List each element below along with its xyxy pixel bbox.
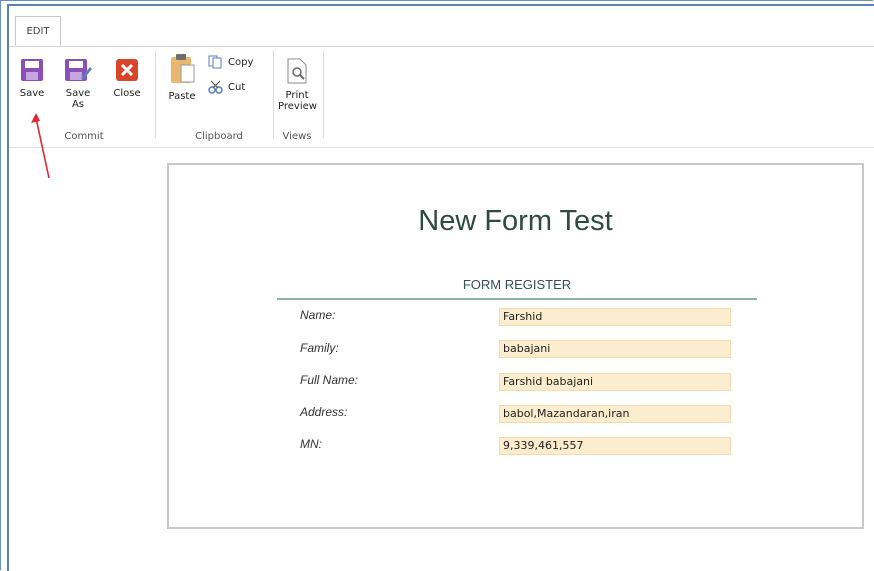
clipboard-group-label: Clipboard [195,131,243,142]
copy-label: Copy [228,56,254,68]
paste-button[interactable]: Paste [166,53,198,102]
copy-icon [208,55,222,69]
save-as-button[interactable]: Save As [61,58,95,110]
save-as-label: Save As [65,88,91,110]
mn-field[interactable]: 9,339,461,557 [499,437,731,455]
field-label-family: Family: [300,341,339,355]
commit-group-label: Commit [64,131,104,142]
address-field[interactable]: babol,Mazandaran,iran [499,405,731,423]
group-divider [323,50,324,138]
save-as-icon [65,59,92,81]
save-label: Save [19,88,45,99]
name-field[interactable]: Farshid [499,308,731,326]
close-icon [116,59,138,81]
close-label: Close [113,88,141,99]
red-arrow-icon [31,113,50,179]
cut-label: Cut [228,81,246,93]
paste-icon [171,54,195,83]
save-icon [21,59,43,81]
ribbon-tab-row: EDIT [9,16,874,47]
ribbon: EDIT Save Save As Close Commit Paste Cop… [9,6,874,148]
views-group-label: Views [282,131,312,142]
scissors-icon [208,80,223,94]
copy-button[interactable]: Copy [208,55,253,69]
family-field[interactable]: babajani [499,340,731,358]
tab-edit[interactable]: EDIT [15,16,61,46]
paste-label: Paste [168,91,196,102]
print-preview-icon [287,58,307,84]
field-label-address: Address: [300,405,348,419]
full-name-field[interactable]: Farshid babajani [499,373,731,391]
section-title: FORM REGISTER [462,277,572,292]
group-divider [155,50,156,138]
field-label-mn: MN: [300,437,322,451]
section-divider [277,298,757,300]
print-preview-label: Print Preview [278,90,317,112]
form-title: New Form Test [418,205,613,237]
cut-button[interactable]: Cut [208,80,245,94]
ribbon-bottom-border [9,147,874,148]
field-label-full-name: Full Name: [300,373,359,387]
save-button[interactable]: Save [15,58,49,99]
group-divider [273,50,274,138]
print-preview-button[interactable]: Print Preview [277,58,317,112]
close-button[interactable]: Close [110,58,144,99]
form-panel: New Form Test FORM REGISTER Name: Farshi… [167,163,864,529]
field-label-name: Name: [300,308,336,322]
